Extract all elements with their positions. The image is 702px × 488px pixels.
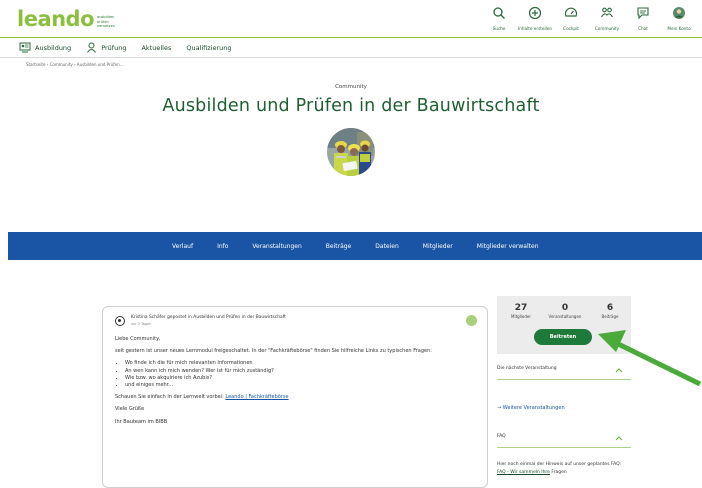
top-actions: Suche Inhalte erstellen Cockpit Communit… <box>480 6 696 31</box>
page-title: Ausbilden und Prüfen in der Bauwirtschaf… <box>162 96 540 116</box>
community-tabs: Verlauf Info Veranstaltungen Beiträge Da… <box>8 232 702 260</box>
post-closing: Viele Grüße <box>115 406 145 413</box>
community-icon <box>601 7 613 18</box>
stat-events-label: Veranstaltungen <box>548 314 582 319</box>
account-label: Mein Konto <box>667 26 691 31</box>
post-header: Kristina Schäfer gepostet in Ausbilden u… <box>115 315 475 326</box>
nav-label-ausbildung: Ausbildung <box>35 43 72 52</box>
community-label: Community <box>594 26 620 31</box>
more-events-link[interactable]: → Weitere Veranstaltungen <box>497 405 565 411</box>
chat-icon <box>637 7 649 20</box>
breadcrumb[interactable]: Startseite › Community › Ausbilden und P… <box>26 62 123 67</box>
nav-label-aktuelles: Aktuelles <box>141 43 172 52</box>
nav-item-aktuelles[interactable]: Aktuelles <box>141 44 171 52</box>
stat-events-value: 0 <box>561 303 569 313</box>
list-item: Wo finde ich die für mich relevanten Inf… <box>125 360 475 367</box>
lernwelt-link[interactable]: Leando | Fachkräftebörse <box>225 394 288 400</box>
top-bar: leando ausbilden prüfen vernetzen Suche … <box>0 0 702 38</box>
user-avatar-icon[interactable] <box>115 316 125 326</box>
faq-text-suffix: Fragen <box>549 470 567 475</box>
post-greeting: Liebe Community, <box>115 336 161 342</box>
post-card: Kristina Schäfer gepostet in Ausbilden u… <box>102 306 488 488</box>
list-item: An wen kann ich mich wenden? Wer ist für… <box>125 368 475 375</box>
post-link-prefix: Schauen Sie einfach in der Lernwelt vorb… <box>115 394 226 401</box>
search-icon <box>493 7 505 19</box>
stat-members: 27 Mitglieder <box>505 303 537 319</box>
chevron-up-icon[interactable] <box>615 434 623 442</box>
search-button[interactable]: Suche <box>482 6 516 31</box>
faq-title: FAQ <box>497 434 506 439</box>
community-avatar <box>327 128 375 176</box>
list-item: Wie bzw. wo akquiriere ich Azubis? <box>125 375 475 382</box>
logo-wordmark: leando <box>17 7 95 31</box>
post-author-line[interactable]: Kristina Schäfer gepostet in Ausbilden u… <box>131 315 286 320</box>
community-avatar-image <box>327 128 375 176</box>
account-icon <box>673 7 685 19</box>
post-options-button[interactable] <box>466 315 477 326</box>
nav-item-ausbildung[interactable]: Ausbildung <box>19 42 71 53</box>
community-button[interactable]: Community <box>590 6 624 31</box>
stat-posts-value: 6 <box>606 303 614 313</box>
stat-posts: 6 Beiträge <box>593 303 627 319</box>
stat-members-value: 27 <box>514 303 528 313</box>
tab-beitraege[interactable]: Beiträge <box>326 243 351 250</box>
tab-verlauf[interactable]: Verlauf <box>172 243 193 250</box>
community-label: Community <box>335 84 367 90</box>
leando-logo[interactable]: leando ausbilden prüfen vernetzen <box>17 8 115 30</box>
tab-mitglieder-verwalten[interactable]: Mitglieder verwalten <box>477 243 539 250</box>
cockpit-button[interactable]: Cockpit <box>554 6 588 31</box>
create-content-button[interactable]: Inhalte erstellen <box>518 6 552 31</box>
chat-button[interactable]: Chat <box>626 6 660 31</box>
main-nav: Ausbildung Prüfung Aktuelles Qualifizier… <box>0 38 702 58</box>
post-bullet-list: Wo finde ich die für mich relevanten Inf… <box>125 360 475 390</box>
post-meta: Kristina Schäfer gepostet in Ausbilden u… <box>131 315 286 326</box>
cockpit-icon <box>564 7 578 17</box>
nav-label-qualifizierung: Qualifizierung <box>186 43 232 52</box>
post-signature: Ihr Bauteam im BIBB <box>115 418 168 425</box>
stat-events: 0 Veranstaltungen <box>539 303 591 319</box>
join-button[interactable]: Beitreten <box>534 329 592 345</box>
tab-info[interactable]: Info <box>217 243 228 250</box>
stat-posts-label: Beiträge <box>601 314 619 319</box>
search-label: Suche <box>492 26 506 31</box>
logo-tagline: ausbilden prüfen vernetzen <box>97 15 115 28</box>
annotation-arrow-icon <box>598 330 702 386</box>
account-button[interactable]: Mein Konto <box>662 6 696 31</box>
chat-label: Chat <box>638 26 648 31</box>
faq-text-prefix: Hier noch einmal der Hinweis auf unser g… <box>497 462 622 467</box>
post-link-line: Schauen Sie einfach in der Lernwelt vorb… <box>115 394 475 402</box>
nav-item-pruefung[interactable]: Prüfung <box>86 42 126 53</box>
stat-members-label: Mitglieder <box>511 314 531 319</box>
pruefung-icon <box>87 42 97 53</box>
create-content-label: Inhalte erstellen <box>517 26 553 31</box>
tab-dateien[interactable]: Dateien <box>375 243 399 250</box>
post-body: Liebe Community, seit gestern ist unser … <box>115 336 475 426</box>
ausbildung-icon <box>19 42 31 53</box>
logo-tagline-line: vernetzen <box>97 23 116 28</box>
post-timestamp: vor 3 Tagen <box>131 322 152 326</box>
faq-text: Hier noch einmal der Hinweis auf unser g… <box>497 461 629 477</box>
faq-link[interactable]: FAQ - Wir sammeln Ihre <box>497 470 550 475</box>
faq-section[interactable]: FAQ <box>497 434 631 448</box>
add-content-icon <box>528 6 542 20</box>
post-intro: seit gestern ist unser neues Lernmodul f… <box>115 348 432 355</box>
nav-item-qualifizierung[interactable]: Qualifizierung <box>186 44 231 52</box>
cockpit-label: Cockpit <box>563 26 579 31</box>
tab-veranstaltungen[interactable]: Veranstaltungen <box>252 243 301 250</box>
list-item: und einiges mehr... <box>125 382 475 389</box>
next-event-title: Die nächste Veranstaltung <box>497 366 557 371</box>
nav-label-pruefung: Prüfung <box>101 43 127 52</box>
tab-mitglieder[interactable]: Mitglieder <box>423 243 453 250</box>
